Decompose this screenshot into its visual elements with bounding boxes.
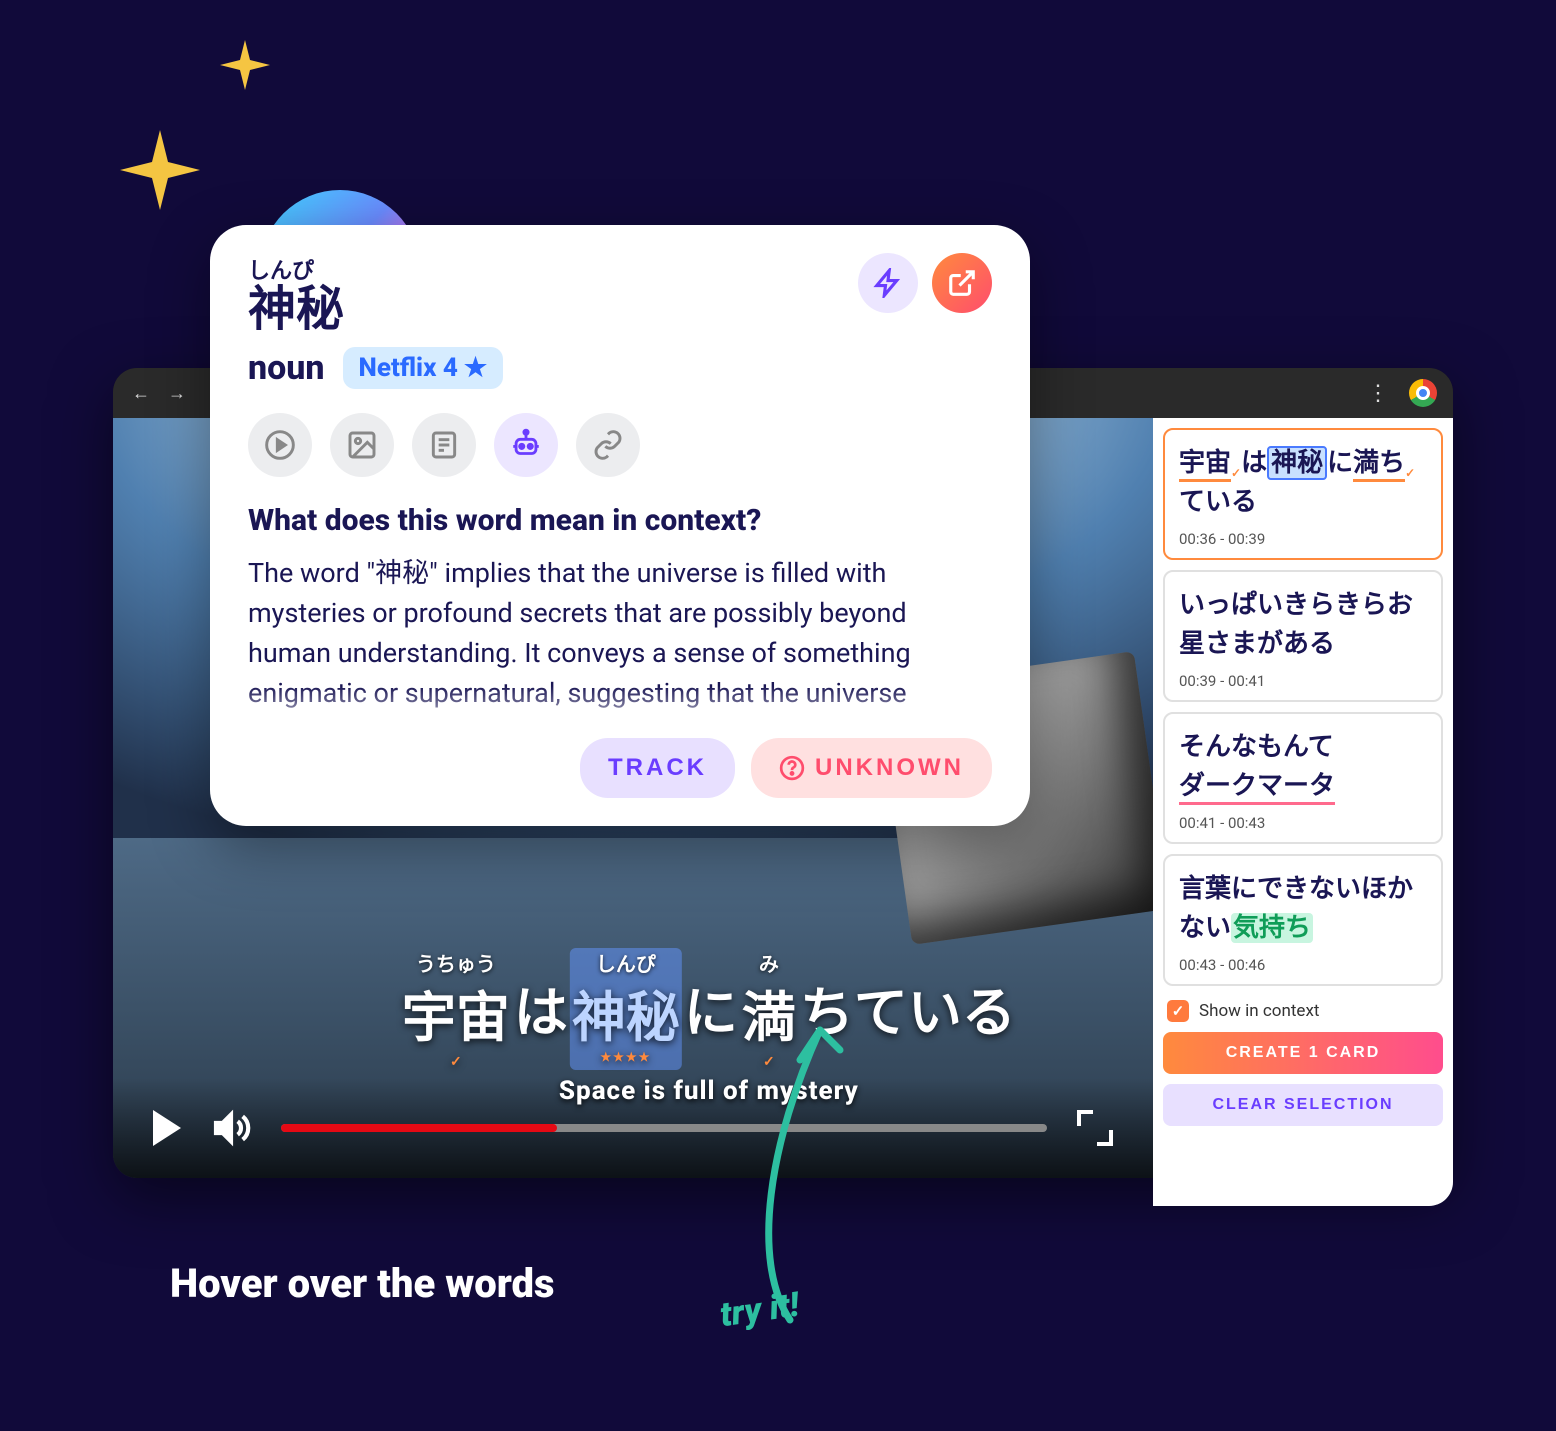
star-icon: ★ [464,353,487,383]
part-of-speech: noun [248,348,325,388]
play-audio-icon[interactable] [248,413,312,477]
question-icon [779,755,805,781]
subtitle-card[interactable]: いっぱいきらきらお星さまがある 00:39 - 00:41 [1163,570,1443,702]
subtitle-card[interactable]: 宇宙✓は神秘に満ち✓ている 00:36 - 00:39 [1163,428,1443,560]
show-in-context-checkbox[interactable]: ✓ Show in context [1163,996,1443,1022]
ai-icon[interactable] [494,413,558,477]
subtitle-word[interactable]: は [512,948,570,1070]
subtitle-card-text: 言葉にできないほかない気持ち [1179,870,1427,948]
progress-filled [281,1124,557,1132]
subtitle-card[interactable]: 言葉にできないほかない気持ち 00:43 - 00:46 [1163,854,1443,986]
subtitle-timestamp: 00:36 - 00:39 [1179,530,1427,548]
sparkle-icon [220,40,270,90]
sparkle-icon [120,130,200,210]
context-answer: The word "神秘" implies that the universe … [248,554,992,714]
fullscreen-button[interactable] [1077,1110,1113,1146]
chrome-icon [1409,379,1437,407]
subtitle-sidebar: 宇宙✓は神秘に満ち✓ている 00:36 - 00:39 いっぱいきらきらお星さま… [1153,418,1453,1206]
forward-button[interactable]: → [165,383,189,404]
subtitle-timestamp: 00:41 - 00:43 [1179,814,1427,832]
checkbox-label: Show in context [1199,1001,1319,1021]
arrow-annotation [710,1020,910,1344]
subtitle-translation: Space is full of mystery [400,1076,1018,1106]
furigana: しんぴ [572,948,680,977]
subtitle-overlay: うちゅう 宇宙 ✓ は しんぴ 神秘 ★★★★ に [400,948,1018,1106]
subtitle-timestamp: 00:43 - 00:46 [1179,956,1427,974]
browser-menu-icon[interactable]: ⋮ [1357,381,1397,406]
context-question: What does this word mean in context? [248,503,992,538]
link-icon[interactable] [576,413,640,477]
back-button[interactable]: ← [129,383,153,404]
subtitle-card-text: そんなもんて ダークマータ [1179,728,1427,806]
play-button[interactable] [153,1110,181,1146]
unknown-button[interactable]: UNKNOWN [751,738,992,798]
track-button[interactable]: TRACK [580,738,735,798]
image-icon[interactable] [330,413,394,477]
checkbox-icon: ✓ [1167,1000,1189,1022]
hover-caption: Hover over the words [170,1260,555,1307]
word-kanji: 神秘 [248,285,503,333]
subtitle-card-text: いっぱいきらきらお星さまがある [1179,586,1427,664]
word-popup: しんぴ 神秘 noun Netflix 4 ★ [210,225,1030,826]
furigana: うちゅう [402,948,510,977]
create-card-button[interactable]: CREATE 1 CARD [1163,1032,1443,1074]
subtitle-timestamp: 00:39 - 00:41 [1179,672,1427,690]
progress-bar[interactable] [281,1124,1047,1132]
word-heading: しんぴ 神秘 [248,253,503,333]
subtitle-card[interactable]: そんなもんて ダークマータ 00:41 - 00:43 [1163,712,1443,844]
subtitle-card-text: 宇宙✓は神秘に満ち✓ている [1179,444,1427,522]
furigana: み [742,948,796,977]
clear-selection-button[interactable]: CLEAR SELECTION [1163,1084,1443,1126]
frequency-badge: Netflix 4 ★ [343,347,504,389]
subtitle-word-highlighted[interactable]: しんぴ 神秘 ★★★★ [570,948,682,1070]
quick-action-button[interactable] [858,253,918,313]
export-button[interactable] [932,253,992,313]
notes-icon[interactable] [412,413,476,477]
volume-button[interactable] [211,1108,251,1148]
subtitle-word[interactable]: うちゅう 宇宙 ✓ [400,948,512,1070]
